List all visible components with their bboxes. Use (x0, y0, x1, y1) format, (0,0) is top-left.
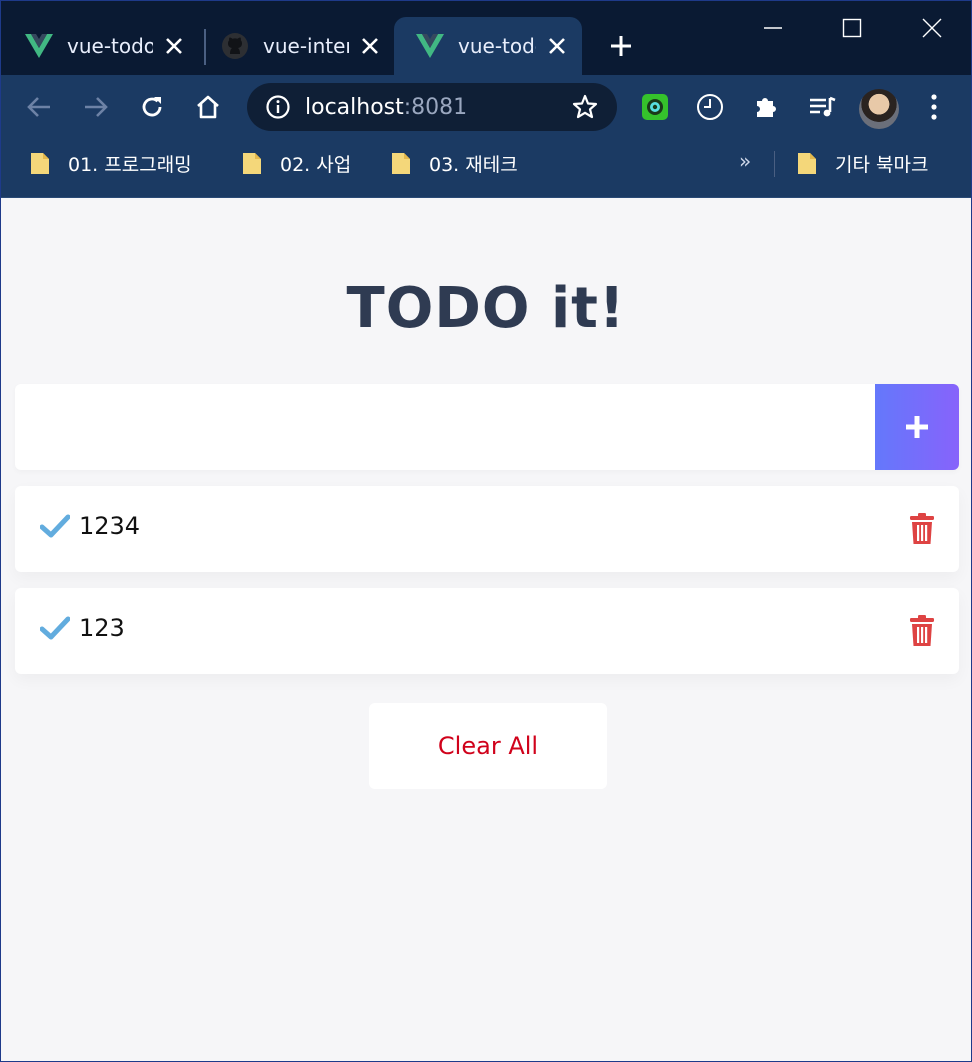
bookmark-label: 기타 북마크 (835, 153, 929, 176)
url-text: localhost:8081 (305, 95, 467, 120)
page-title: TODO it! (346, 276, 626, 341)
star-icon[interactable] (571, 93, 599, 121)
timer-extension-button[interactable] (692, 89, 728, 125)
todo-text: 123 (79, 614, 125, 642)
check-icon[interactable] (39, 612, 71, 644)
bookmark-folder-finance[interactable]: 03. 재테크 (391, 139, 518, 187)
arrow-left-icon (27, 97, 50, 117)
check-icon[interactable] (39, 510, 71, 542)
address-bar[interactable]: localhost:8081 (247, 83, 617, 131)
tab-title: vue-inter (263, 34, 349, 58)
extension-button[interactable] (637, 89, 673, 125)
kebab-menu-icon (931, 94, 937, 120)
camera-extension-icon (642, 94, 668, 120)
tab-title: vue-todo (458, 34, 536, 58)
page-content: TODO it! 1234 123 Clear All (1, 198, 971, 1061)
vue-logo-icon (25, 32, 53, 60)
arrow-right-icon (85, 97, 108, 117)
tab-vue-todo-1[interactable]: vue-todo (1, 17, 187, 75)
profile-avatar[interactable] (859, 89, 899, 129)
puzzle-icon (757, 98, 776, 117)
new-tab-button[interactable] (603, 31, 639, 61)
folder-icon (243, 153, 261, 174)
bookmarks-overflow-button[interactable]: » (739, 149, 751, 173)
bookmark-label: 02. 사업 (280, 153, 352, 176)
folder-icon (798, 153, 816, 174)
bookmarks-bar: 01. 프로그래밍 02. 사업 03. 재테크 » 기타 북마크 (1, 139, 971, 198)
close-icon[interactable] (357, 33, 383, 59)
info-icon[interactable] (265, 94, 291, 120)
tab-vue-todo-active[interactable]: vue-todo (394, 17, 582, 75)
tab-vue-inter[interactable]: vue-inter (197, 17, 383, 75)
tab-strip: vue-todo vue-inter vue-todo (1, 1, 971, 75)
maximize-icon (842, 18, 862, 38)
media-control-button[interactable] (804, 89, 840, 125)
github-icon (221, 32, 249, 60)
bookmark-folder-business[interactable]: 02. 사업 (242, 139, 351, 187)
plus-icon (906, 416, 928, 438)
bookmark-label: 01. 프로그래밍 (68, 153, 192, 176)
todo-input-container (15, 384, 959, 470)
browser-toolbar: localhost:8081 (1, 75, 971, 139)
bookmark-label: 03. 재테크 (429, 153, 518, 176)
home-icon (197, 95, 219, 119)
tab-title: vue-todo (67, 34, 153, 58)
close-window-button[interactable] (914, 11, 950, 45)
browser-window: vue-todo vue-inter vue-todo (0, 0, 972, 1062)
vue-logo-icon (416, 32, 444, 60)
other-bookmarks-folder[interactable]: 기타 북마크 (797, 139, 928, 187)
reload-button[interactable] (134, 89, 170, 125)
url-port: :8081 (403, 94, 468, 120)
todo-item: 123 (15, 588, 959, 674)
url-host: localhost (305, 94, 404, 120)
todo-list: 1234 123 (15, 486, 959, 690)
bookmark-folder-programming[interactable]: 01. 프로그래밍 (30, 139, 192, 187)
home-button[interactable] (190, 89, 226, 125)
maximize-button[interactable] (834, 11, 870, 45)
todo-item: 1234 (15, 486, 959, 572)
playlist-icon (810, 96, 836, 117)
bookmarks-separator (774, 151, 775, 177)
trash-icon[interactable] (907, 512, 937, 546)
minimize-button[interactable] (755, 11, 791, 45)
close-icon[interactable] (544, 33, 570, 59)
clock-icon (697, 94, 723, 120)
forward-button[interactable] (78, 89, 114, 125)
minimize-icon (764, 27, 782, 29)
reload-icon (142, 97, 162, 117)
folder-icon (392, 153, 410, 174)
close-icon (922, 18, 942, 38)
back-button[interactable] (21, 89, 57, 125)
extensions-button[interactable] (748, 89, 784, 125)
add-todo-button[interactable] (875, 384, 959, 470)
todo-input[interactable] (15, 384, 875, 470)
clear-all-button[interactable]: Clear All (369, 703, 607, 789)
plus-icon (611, 36, 631, 56)
close-icon[interactable] (161, 33, 187, 59)
menu-button[interactable] (916, 89, 952, 125)
trash-icon[interactable] (907, 614, 937, 648)
todo-text: 1234 (79, 512, 141, 540)
folder-icon (31, 153, 49, 174)
